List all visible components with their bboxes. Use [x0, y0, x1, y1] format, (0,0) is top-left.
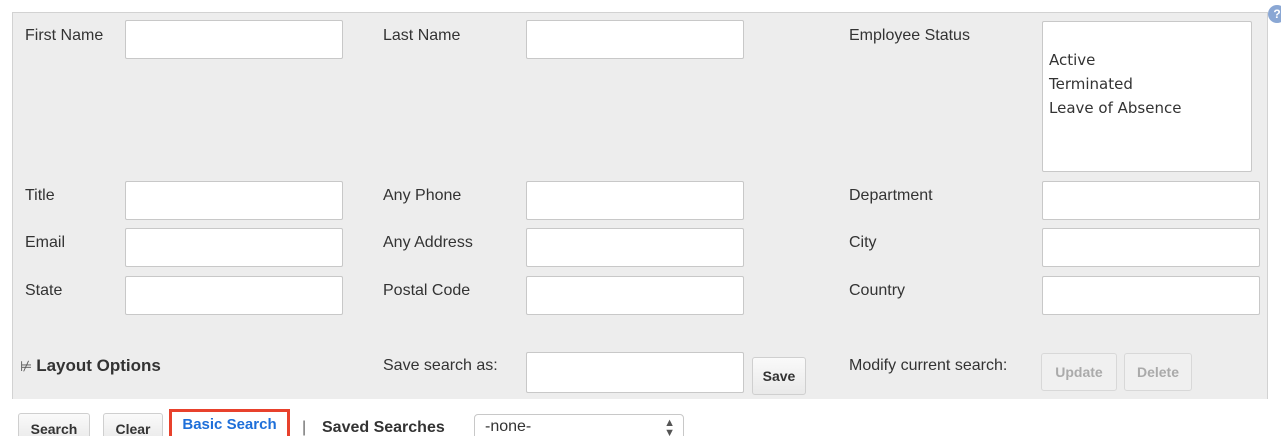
- state-label: State: [25, 282, 63, 299]
- department-label: Department: [849, 187, 933, 204]
- city-input[interactable]: [1042, 228, 1260, 267]
- status-option-terminated[interactable]: Terminated: [1049, 72, 1245, 96]
- saved-searches-value: -none-: [485, 418, 532, 435]
- last-name-label: Last Name: [383, 27, 461, 44]
- title-input[interactable]: [125, 181, 343, 220]
- employee-status-select[interactable]: Active Terminated Leave of Absence: [1042, 21, 1252, 172]
- status-option-leave[interactable]: Leave of Absence: [1049, 96, 1245, 120]
- first-name-input[interactable]: [125, 20, 343, 59]
- saved-searches-select[interactable]: -none- ▲ ▼: [474, 414, 684, 436]
- any-address-label: Any Address: [383, 234, 473, 251]
- modify-search-label: Modify current search:: [849, 357, 1008, 374]
- department-input[interactable]: [1042, 181, 1260, 220]
- state-input[interactable]: [125, 276, 343, 315]
- status-option-active[interactable]: Active: [1049, 48, 1245, 72]
- any-phone-input[interactable]: [526, 181, 744, 220]
- postal-code-input[interactable]: [526, 276, 744, 315]
- postal-code-label: Postal Code: [383, 282, 471, 299]
- layout-options-label: Layout Options: [36, 356, 161, 375]
- any-phone-label: Any Phone: [383, 187, 462, 204]
- layout-options-toggle[interactable]: ⊭ Layout Options: [20, 356, 161, 376]
- help-icon[interactable]: ?: [1268, 5, 1281, 23]
- employee-status-label: Employee Status: [849, 27, 970, 44]
- country-label: Country: [849, 282, 906, 299]
- separator: |: [302, 419, 307, 436]
- search-button[interactable]: Search: [18, 413, 90, 436]
- delete-button[interactable]: Delete: [1124, 353, 1192, 391]
- select-arrows-icon: ▲ ▼: [664, 417, 675, 436]
- basic-search-link[interactable]: Basic Search: [169, 409, 290, 436]
- email-input[interactable]: [125, 228, 343, 267]
- save-button[interactable]: Save: [752, 357, 806, 395]
- saved-searches-label: Saved Searches: [322, 419, 445, 436]
- any-address-input[interactable]: [526, 228, 744, 267]
- title-label: Title: [25, 187, 55, 204]
- update-button[interactable]: Update: [1041, 353, 1117, 391]
- save-search-label: Save search as:: [383, 357, 498, 374]
- double-chevron-down-icon: ⊭: [20, 358, 33, 374]
- country-input[interactable]: [1042, 276, 1260, 315]
- last-name-input[interactable]: [526, 20, 744, 59]
- email-label: Email: [25, 234, 66, 251]
- clear-button[interactable]: Clear: [103, 413, 163, 436]
- city-label: City: [849, 234, 877, 251]
- first-name-label: First Name: [25, 27, 104, 44]
- save-search-input[interactable]: [526, 352, 744, 393]
